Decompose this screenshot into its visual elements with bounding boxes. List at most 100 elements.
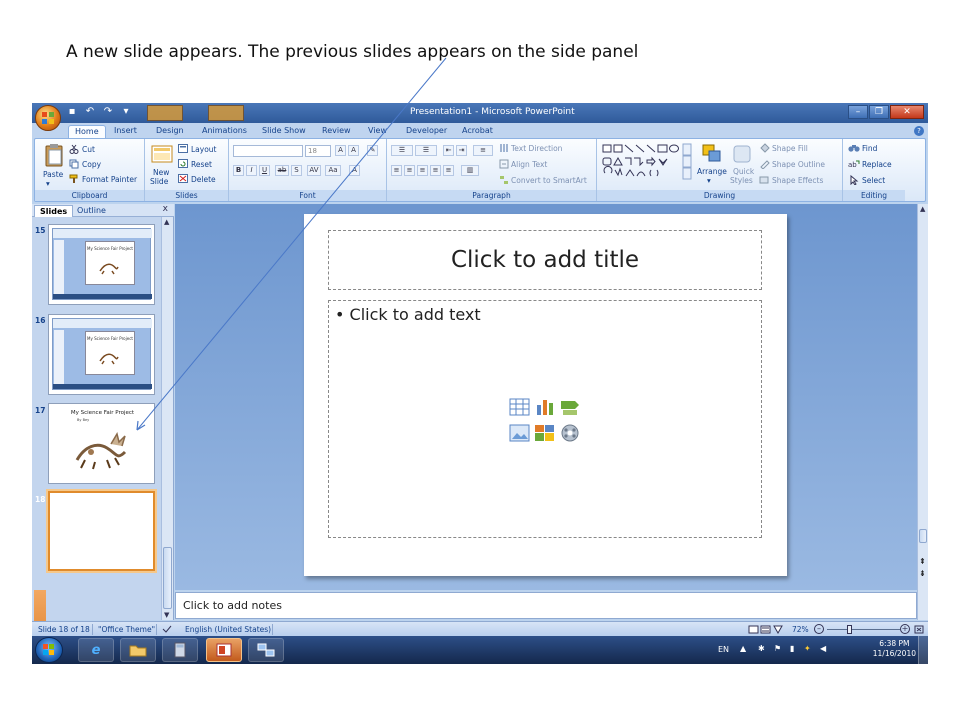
view-buttons-icon[interactable] — [748, 625, 784, 634]
distributed-button[interactable]: ≡ — [443, 165, 454, 176]
bold-button[interactable]: B — [233, 165, 244, 176]
tab-view[interactable]: View — [362, 125, 393, 138]
tab-design[interactable]: Design — [150, 125, 190, 138]
font-color-button[interactable]: A — [349, 165, 360, 176]
insert-media-icon[interactable] — [559, 423, 581, 443]
select-button[interactable]: Select — [862, 176, 885, 185]
slide-thumbnail-15[interactable]: My Science Fair Project — [48, 224, 155, 305]
underline-button[interactable]: U — [259, 165, 270, 176]
tab-home[interactable]: Home — [68, 125, 106, 138]
numbering-button[interactable]: ☰ — [415, 145, 437, 156]
zoom-out-icon[interactable]: – — [814, 624, 824, 634]
align-left-button[interactable]: ≡ — [391, 165, 402, 176]
character-spacing-button[interactable]: AV — [307, 165, 321, 176]
quick-styles-button[interactable]: Quick — [733, 167, 754, 176]
fit-to-window-icon[interactable] — [914, 625, 924, 634]
scroll-down-icon[interactable]: ▼ — [164, 611, 169, 619]
scroll-up-icon[interactable]: ▲ — [920, 205, 925, 213]
replace-button[interactable]: Replace — [862, 160, 892, 169]
taskbar-remote[interactable] — [248, 638, 284, 662]
increase-indent-button[interactable]: ⇥ — [456, 145, 467, 156]
tab-slides[interactable]: Slides — [34, 205, 74, 217]
format-painter-button[interactable]: Format Painter — [82, 175, 137, 184]
taskbar-ie[interactable]: e — [78, 638, 114, 662]
insert-clip-art-icon[interactable] — [534, 423, 556, 443]
action-center-icon[interactable]: ⚑ — [774, 644, 781, 653]
insert-picture-icon[interactable] — [509, 423, 531, 443]
layout-button[interactable]: Layout — [191, 145, 217, 154]
network-status-icon[interactable]: ✦ — [804, 644, 811, 653]
language-indicator[interactable]: EN — [718, 645, 729, 654]
slide-thumbnail-18[interactable] — [48, 491, 155, 571]
shape-fill-button[interactable]: Shape Fill — [772, 144, 808, 153]
clock[interactable]: 6:38 PM 11/16/2010 — [873, 639, 916, 659]
align-right-button[interactable]: ≡ — [417, 165, 428, 176]
columns-button[interactable]: ▥ — [461, 165, 479, 176]
justify-button[interactable]: ≡ — [430, 165, 441, 176]
tab-animations[interactable]: Animations — [196, 125, 253, 138]
taskbar-explorer[interactable] — [120, 638, 156, 662]
clear-formatting-button[interactable]: ✎ — [367, 145, 378, 156]
main-vertical-scrollbar[interactable]: ▲ ⇞ ⇟ — [917, 204, 928, 620]
shape-outline-button[interactable]: Shape Outline — [772, 160, 825, 169]
convert-smartart-button[interactable]: Convert to SmartArt — [511, 176, 587, 185]
save-icon[interactable]: ▪ — [66, 106, 78, 118]
bluetooth-icon[interactable]: ✱ — [758, 644, 765, 653]
change-case-button[interactable]: Aa — [325, 165, 341, 176]
copy-button[interactable]: Copy — [82, 160, 101, 169]
help-icon[interactable]: ? — [914, 126, 924, 136]
shape-effects-button[interactable]: Shape Effects — [772, 176, 823, 185]
delete-button[interactable]: Delete — [191, 175, 216, 184]
line-spacing-button[interactable]: ≡ — [473, 145, 493, 156]
shapes-gallery-icon[interactable] — [601, 143, 695, 181]
italic-button[interactable]: I — [246, 165, 257, 176]
office-button[interactable] — [35, 105, 61, 131]
slides-panel-scrollbar[interactable]: ▲ ▼ — [161, 217, 173, 620]
spell-check-icon[interactable] — [162, 625, 172, 634]
font-size-combo[interactable]: 18 — [305, 145, 331, 157]
language[interactable]: English (United States) — [185, 625, 271, 634]
strikethrough-button[interactable]: ab — [275, 165, 289, 176]
scroll-thumb[interactable] — [919, 529, 927, 543]
bullets-button[interactable]: ☰ — [391, 145, 413, 156]
redo-icon[interactable]: ↷ — [102, 106, 114, 118]
notes-pane[interactable]: Click to add notes — [175, 592, 917, 619]
volume-icon[interactable]: ◀ — [820, 644, 826, 653]
zoom-slider[interactable] — [827, 629, 900, 630]
tab-outline[interactable]: Outline — [72, 205, 111, 217]
slide-thumbnail-17[interactable]: My Science Fair Project By Bey — [48, 403, 155, 484]
tab-developer[interactable]: Developer — [400, 125, 453, 138]
theme-name[interactable]: "Office Theme" — [98, 625, 155, 634]
next-slide-icon[interactable]: ⇟ — [919, 570, 926, 578]
panel-close-icon[interactable]: x — [163, 204, 168, 214]
insert-smartart-icon[interactable] — [559, 397, 581, 417]
shadow-button[interactable]: S — [291, 165, 302, 176]
restore-button[interactable]: ❐ — [869, 105, 889, 119]
zoom-in-icon[interactable]: + — [900, 624, 910, 634]
qat-dropdown-icon[interactable]: ▾ — [120, 106, 132, 118]
scroll-up-icon[interactable]: ▲ — [164, 218, 169, 226]
cut-button[interactable]: Cut — [82, 145, 95, 154]
undo-icon[interactable]: ↶ — [84, 106, 96, 118]
show-desktop-button[interactable] — [918, 636, 928, 664]
show-hidden-icons-icon[interactable]: ▲ — [740, 644, 746, 653]
zoom-level[interactable]: 72% — [792, 625, 809, 634]
close-button[interactable]: ✕ — [890, 105, 924, 119]
insert-chart-icon[interactable] — [534, 397, 556, 417]
arrange-button[interactable]: Arrange — [697, 167, 727, 176]
title-placeholder[interactable]: Click to add title — [328, 230, 762, 290]
minimize-button[interactable]: – — [848, 105, 868, 119]
previous-slide-icon[interactable]: ⇞ — [919, 558, 926, 566]
reset-button[interactable]: Reset — [191, 160, 212, 169]
battery-icon[interactable]: ▮ — [790, 644, 794, 653]
insert-table-icon[interactable] — [509, 397, 531, 417]
tab-insert[interactable]: Insert — [108, 125, 143, 138]
slide-thumbnail-16[interactable]: My Science Fair Project — [48, 314, 155, 395]
align-text-button[interactable]: Align Text — [511, 160, 547, 169]
tab-acrobat[interactable]: Acrobat — [456, 125, 499, 138]
zoom-slider-thumb[interactable] — [847, 625, 852, 634]
taskbar-calculator[interactable] — [162, 638, 198, 662]
text-direction-button[interactable]: Text Direction — [511, 144, 562, 153]
content-placeholder[interactable]: • Click to add text — [328, 300, 762, 538]
tab-review[interactable]: Review — [316, 125, 357, 138]
